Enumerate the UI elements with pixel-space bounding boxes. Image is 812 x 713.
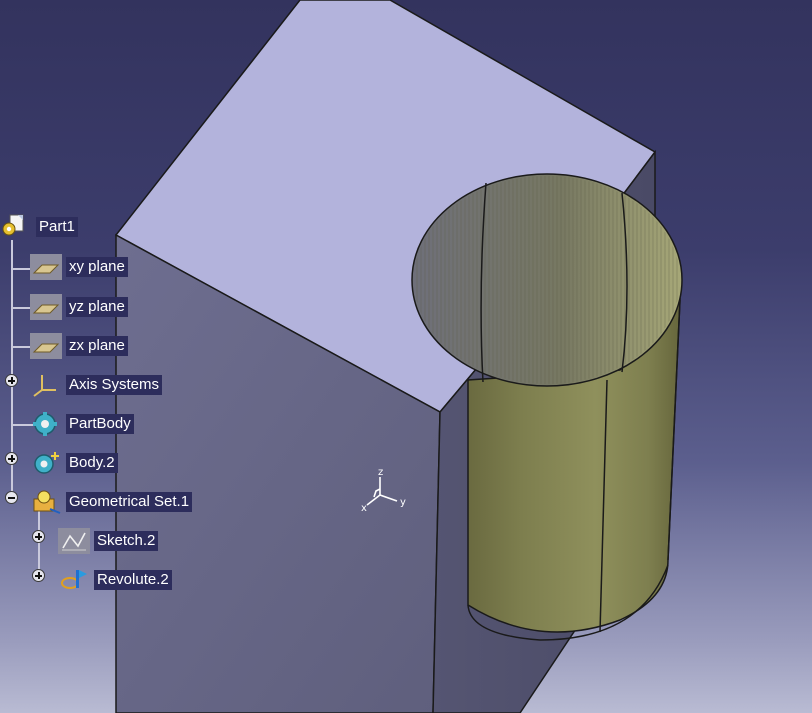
geometrical-set-icon	[30, 489, 62, 515]
expand-axis-systems-button[interactable]	[5, 374, 18, 387]
tree-node-label[interactable]: xy plane	[66, 257, 128, 277]
tree-node-label[interactable]: zx plane	[66, 336, 128, 356]
plane-icon	[30, 333, 62, 359]
plane-icon	[30, 254, 62, 280]
sketch-icon	[58, 528, 90, 554]
gear-body-icon	[30, 411, 62, 437]
gear-body-icon	[30, 450, 62, 476]
expand-sketch2-button[interactable]	[32, 530, 45, 543]
part-document-icon	[0, 214, 32, 240]
tree-node-label[interactable]: Revolute.2	[94, 570, 172, 590]
collapse-geometrical-set-button[interactable]	[5, 491, 18, 504]
tree-node-label[interactable]: Axis Systems	[66, 375, 163, 395]
tree-node-label[interactable]: yz plane	[66, 297, 128, 317]
tree-sub-trunk-line	[38, 510, 40, 576]
expand-revolute2-button[interactable]	[32, 569, 45, 582]
expand-body2-button[interactable]	[5, 452, 18, 465]
plane-icon	[30, 294, 62, 320]
tree-node-label[interactable]: Sketch.2	[94, 531, 159, 551]
revolute-icon	[58, 567, 90, 593]
tree-node-label[interactable]: Part1	[36, 217, 78, 237]
tree-node-label[interactable]: Geometrical Set.1	[66, 492, 193, 512]
axis-system-icon	[30, 372, 62, 398]
tree-node-label[interactable]: Body.2	[66, 453, 118, 473]
specification-tree: Part1 xy plane yz plane zx plane Axis Sy…	[0, 0, 812, 713]
tree-node-label[interactable]: PartBody	[66, 414, 134, 434]
